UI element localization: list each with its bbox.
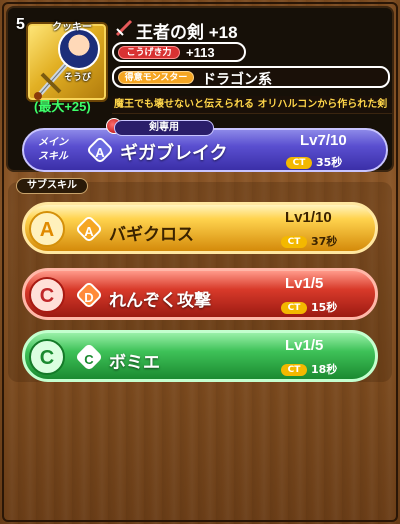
sub-skill-rank-badge: C xyxy=(74,342,104,372)
sub-skill-level: Lv1/10 xyxy=(285,209,332,226)
sub-skill-rank-emblem: C xyxy=(29,277,65,313)
main-skill-bar[interactable]: メイン スキル 剣専用 A ギガブレイク Lv7/10 CT 35秒 xyxy=(22,118,388,172)
monster-bonus-label: 得意モンスター xyxy=(118,71,194,84)
attack-stat-value: +113 xyxy=(186,45,215,60)
monster-bonus-row: 得意モンスター ドラゴン系 xyxy=(112,66,390,88)
sub-skill-name: れんぞく攻撃 xyxy=(109,291,211,310)
character-name: クッキー xyxy=(52,22,92,33)
sub-skill-rank-emblem: C xyxy=(29,339,65,375)
main-skill-label-line2: スキル xyxy=(38,151,68,162)
ct-badge: CT xyxy=(281,364,307,376)
sword-only-tag: 剣専用 xyxy=(114,120,214,136)
max-refine-label: (最大+25) xyxy=(34,99,91,114)
sub-skill-level: Lv1/5 xyxy=(285,337,324,354)
sword-small-icon xyxy=(115,19,133,37)
main-skill-rank: A xyxy=(95,144,105,160)
main-skill-cooldown: CT 35秒 xyxy=(286,154,342,170)
sub-skill-rank-emblem: A xyxy=(29,211,65,247)
ct-badge: CT xyxy=(281,302,307,314)
character-avatar[interactable] xyxy=(58,28,100,70)
sub-skill-row[interactable]: C D れんぞく攻撃 Lv1/5 CT 15秒 xyxy=(22,268,378,320)
sub-skill-ct-value: 15秒 xyxy=(311,301,338,314)
sub-skill-section-label: サブスキル xyxy=(16,178,88,194)
sub-skill-name: ボミエ xyxy=(109,353,160,372)
monster-bonus-value: ドラゴン系 xyxy=(202,72,272,88)
sub-skill-rank: C xyxy=(84,351,94,367)
sub-skill-cooldown: CT 15秒 xyxy=(281,299,337,315)
main-skill-name: ギガブレイク xyxy=(120,143,228,163)
equipped-label: そうび xyxy=(64,73,92,83)
sub-skill-row[interactable]: A A バギクロス Lv1/10 CT 37秒 xyxy=(22,202,378,254)
sub-skill-rank-badge: D xyxy=(74,280,104,310)
ct-badge: CT xyxy=(286,157,312,169)
weapon-info-panel: 5 クッキー そうび (最大+25) 王者の剣 +18 こうげき力 +113 得… xyxy=(6,6,394,172)
main-skill-rank-badge: A xyxy=(85,135,115,165)
main-skill-label-line1: メイン xyxy=(38,137,68,148)
sub-skill-rank-badge: A xyxy=(74,214,104,244)
sub-skill-ct-value: 37秒 xyxy=(311,235,338,248)
weapon-name: 王者の剣 +18 xyxy=(136,23,238,42)
main-skill-ct-value: 35秒 xyxy=(316,156,343,169)
sub-skill-rank: D xyxy=(84,289,94,305)
weapon-description: 魔王でも壊せないと伝えられる オリハルコンから作られた剣 xyxy=(112,96,392,114)
ct-badge: CT xyxy=(281,236,307,248)
sub-skill-ct-value: 18秒 xyxy=(311,363,338,376)
main-skill-label: メイン スキル xyxy=(38,136,68,164)
weapon-level-badge: 5 xyxy=(16,16,25,33)
main-skill-level: Lv7/10 xyxy=(300,132,347,149)
sub-skill-rank: A xyxy=(84,223,94,239)
sub-skill-level: Lv1/5 xyxy=(285,275,324,292)
sub-skill-name: バギクロス xyxy=(109,225,194,244)
sub-skill-cooldown: CT 18秒 xyxy=(281,361,337,377)
sub-skill-cooldown: CT 37秒 xyxy=(281,233,337,249)
attack-stat-label: こうげき力 xyxy=(118,46,180,59)
sub-skill-row[interactable]: C C ボミエ Lv1/5 CT 18秒 xyxy=(22,330,378,382)
attack-stat-row: こうげき力 +113 xyxy=(112,42,246,62)
